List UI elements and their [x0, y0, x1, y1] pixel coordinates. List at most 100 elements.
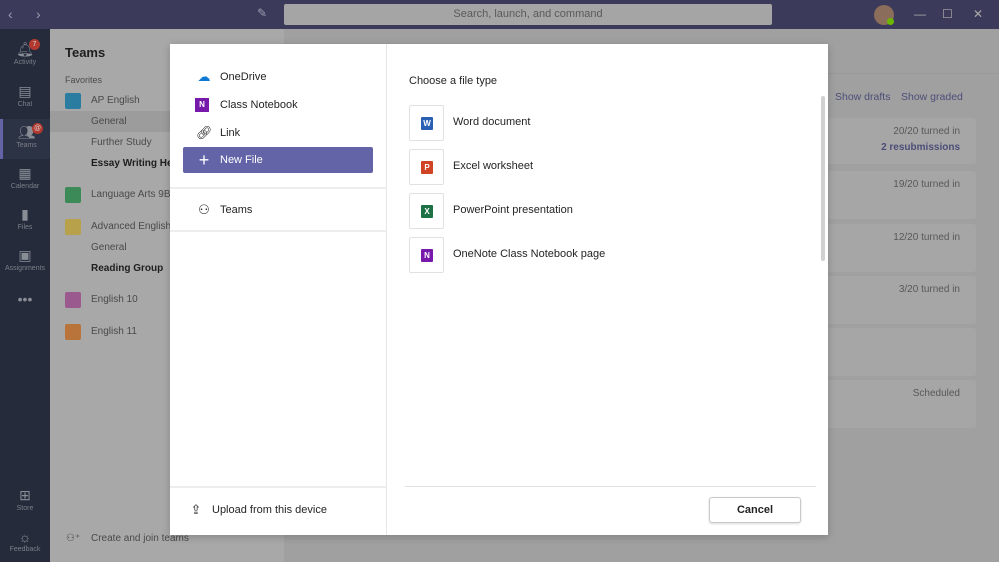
add-team-icon: ⚇⁺	[66, 533, 81, 544]
app-rail: 🔔︎ 7 Activity ▤ Chat 👥︎ @ Teams ▦ Calendar ▮ Fi…	[0, 29, 50, 562]
assignment-card[interactable]	[824, 328, 976, 376]
calendar-icon: ▦	[18, 165, 32, 181]
file-type-label: OneNote Class Notebook page	[453, 248, 606, 260]
team-label: Advanced English	[91, 221, 172, 232]
source-list: ☁ OneDrive N Class Notebook 🔗︎ Link + New Fi…	[170, 44, 387, 535]
source-label: Link	[220, 127, 241, 139]
rail-store[interactable]: ⊞ Store	[0, 487, 50, 512]
teams-icon: 👥︎	[17, 124, 36, 140]
rail-label: Chat	[17, 101, 33, 108]
panel-title: Teams	[65, 45, 106, 60]
team-label: English 10	[91, 294, 138, 305]
source-label: OneDrive	[220, 71, 267, 83]
file-type-excel[interactable]: P Excel worksheet	[409, 149, 809, 185]
file-type-word[interactable]: W Word document	[409, 105, 809, 141]
store-icon: ⊞	[19, 487, 31, 503]
file-type-label: Word document	[453, 116, 531, 128]
upload-from-device-button[interactable]: ⇪ Upload from this device	[175, 497, 365, 523]
source-label: New File	[220, 154, 263, 166]
team-icon	[65, 292, 81, 308]
status-text: 19/20 turned in	[893, 179, 960, 190]
powerpoint-icon: P	[421, 161, 433, 174]
rail-label: Calendar	[10, 183, 40, 190]
resubmissions-link[interactable]: 2 resubmissions	[824, 142, 960, 153]
source-class-notebook[interactable]: N Class Notebook	[183, 92, 373, 118]
title-bar: ‹ › ✎ Search, launch, and command — ☐ ✕	[0, 0, 999, 29]
more-icon[interactable]: •••	[0, 291, 50, 307]
rail-teams[interactable]: 👥︎ @ Teams	[0, 119, 50, 159]
word-icon: W	[421, 117, 433, 130]
presence-badge	[887, 18, 894, 25]
source-link[interactable]: 🔗︎ Link	[183, 120, 373, 146]
bell-icon: 🔔︎	[16, 41, 34, 57]
assignment-card[interactable]: 19/20 turned in	[824, 171, 976, 219]
cancel-button[interactable]: Cancel	[709, 497, 801, 523]
rail-assignments[interactable]: ▣ Assignments	[0, 247, 50, 272]
teams-icon: ⚇	[198, 202, 210, 217]
rail-label: Assignments	[4, 265, 46, 272]
favorites-label: Favorites	[65, 75, 103, 85]
source-onedrive[interactable]: ☁ OneDrive	[183, 64, 373, 90]
forward-icon[interactable]: ›	[36, 6, 41, 22]
file-type-pane: Choose a file type W Word document P Excel…	[387, 44, 828, 535]
team-icon	[65, 187, 81, 203]
activity-badge: 7	[29, 39, 40, 50]
file-type-label: Excel worksheet	[453, 160, 534, 172]
mention-badge: @	[32, 123, 43, 134]
status-text: Scheduled	[912, 388, 960, 399]
team-icon	[65, 93, 81, 109]
rail-label: Files	[17, 224, 33, 231]
status-text: 3/20 turned in	[898, 284, 960, 295]
rail-files[interactable]: ▮ Files	[0, 206, 50, 231]
back-icon[interactable]: ‹	[8, 6, 13, 22]
assignment-card[interactable]: 3/20 turned in	[824, 276, 976, 324]
file-type-onenote[interactable]: N OneNote Class Notebook page	[409, 237, 809, 273]
team-label: Language Arts 9B	[91, 189, 171, 200]
rail-label: Activity	[13, 59, 37, 66]
status-text: 20/20 turned in	[893, 126, 960, 137]
assignment-card[interactable]: 20/20 turned in 2 resubmissions	[824, 118, 976, 164]
rail-label: Feedback	[9, 546, 41, 553]
lightbulb-icon: ☼	[18, 529, 32, 545]
source-label: Class Notebook	[220, 99, 298, 111]
status-text: 12/20 turned in	[893, 232, 960, 243]
plus-icon: +	[198, 150, 210, 170]
upload-label: Upload from this device	[212, 504, 327, 516]
show-graded-link[interactable]: Show graded	[901, 91, 963, 103]
source-new-file[interactable]: + New File	[183, 147, 373, 173]
rail-feedback[interactable]: ☼ Feedback	[0, 529, 50, 553]
team-label: AP English	[91, 95, 140, 106]
show-drafts-link[interactable]: Show drafts	[835, 91, 890, 103]
team-icon	[65, 219, 81, 235]
assignments-icon: ▣	[18, 247, 32, 263]
close-icon[interactable]: ✕	[973, 7, 983, 21]
attach-file-dialog: ☁ OneDrive N Class Notebook 🔗︎ Link + New Fi…	[170, 44, 828, 535]
maximize-icon[interactable]: ☐	[942, 7, 953, 21]
minimize-icon[interactable]: —	[914, 7, 926, 21]
upload-icon: ⇪	[190, 502, 202, 517]
rail-label: Teams	[16, 142, 37, 149]
rail-chat[interactable]: ▤ Chat	[0, 83, 50, 108]
file-type-label: PowerPoint presentation	[453, 204, 573, 216]
assignment-card[interactable]: 12/20 turned in	[824, 224, 976, 272]
rail-calendar[interactable]: ▦ Calendar	[0, 165, 50, 190]
search-input[interactable]: Search, launch, and command	[284, 4, 772, 25]
rail-label: Store	[16, 505, 34, 512]
team-icon	[65, 324, 81, 340]
compose-icon[interactable]: ✎	[257, 6, 267, 20]
file-type-heading: Choose a file type	[409, 75, 498, 87]
scrollbar[interactable]	[821, 96, 825, 261]
source-label: Teams	[220, 204, 253, 216]
source-teams[interactable]: ⚇ Teams	[183, 197, 373, 223]
assignment-card[interactable]: Scheduled	[824, 380, 976, 428]
file-icon: ▮	[21, 206, 29, 222]
excel-icon: X	[421, 205, 433, 218]
rail-activity[interactable]: 🔔︎ 7 Activity	[0, 39, 50, 66]
onedrive-icon: ☁	[197, 69, 211, 84]
link-icon: 🔗︎	[196, 125, 213, 140]
onenote-icon: N	[195, 98, 209, 112]
chat-icon: ▤	[18, 83, 32, 99]
file-type-powerpoint[interactable]: X PowerPoint presentation	[409, 193, 809, 229]
onenote-icon: N	[421, 249, 433, 262]
team-label: English 11	[91, 326, 137, 337]
